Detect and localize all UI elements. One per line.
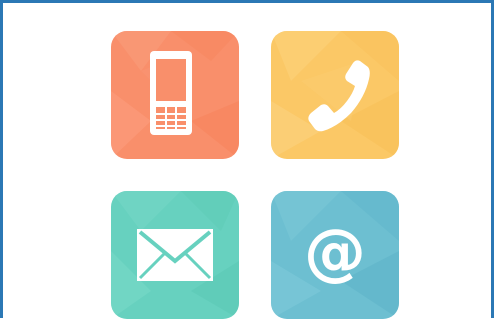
envelope-icon (137, 229, 213, 281)
envelope-tile[interactable] (111, 191, 239, 319)
telephone-tile[interactable] (271, 31, 399, 159)
telephone-handset-icon (308, 60, 370, 132)
image-frame: @ (0, 0, 494, 319)
mobile-phone-icon (150, 51, 192, 135)
email-at-tile[interactable]: @ (271, 191, 399, 319)
at-symbol-text: @ (304, 215, 366, 288)
at-sign-icon: @ (304, 215, 366, 288)
mobile-phone-tile[interactable] (111, 31, 239, 159)
